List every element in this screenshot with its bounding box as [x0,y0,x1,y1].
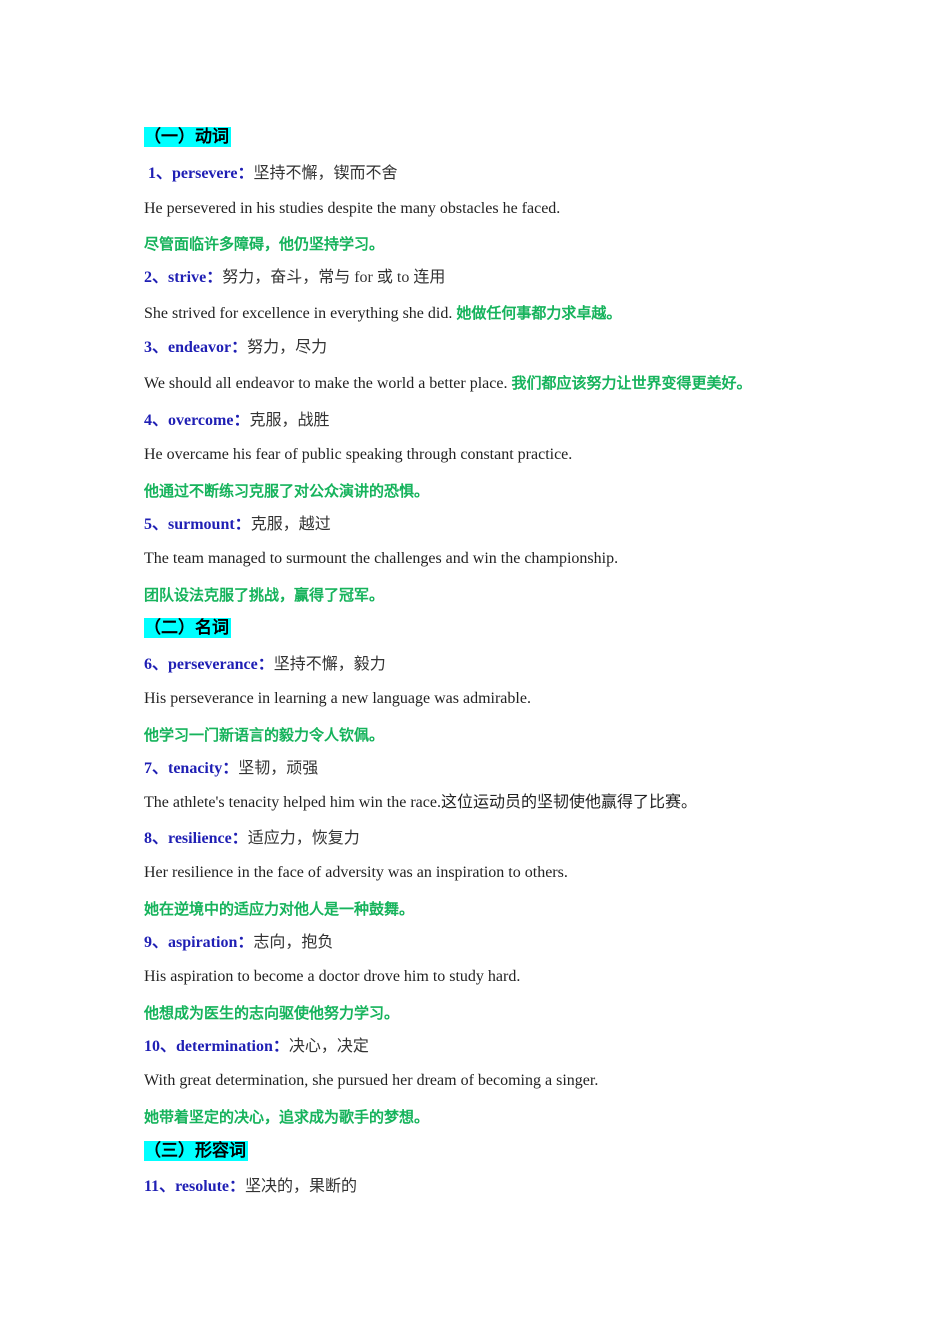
entry-term: 10、determination： [144,1038,289,1055]
entry-example: He persevered in his studies despite the… [144,200,561,217]
entry-term: 6、perseverance： [144,656,274,673]
entry-example: We should all endeavor to make the world… [144,375,512,392]
entry-term-line: 2、strive：努力，奋斗，常与 for 或 to 连用 [144,268,445,288]
entry-term-line: 5、surmount：克服，越过 [144,515,331,535]
entry-meaning: 坚韧，顽强 [238,760,319,777]
entry-term: 8、resilience： [144,830,248,847]
entry-example: Her resilience in the face of adversity … [144,864,568,881]
entry-translation: 我们都应该努力让世界变得更美好。 [511,374,752,392]
entry-example-line: The athlete's tenacity helped him win th… [144,793,697,813]
entry-term-line: 1、persevere：坚持不懈，锲而不舍 [148,164,397,184]
entry-meaning: 适应力，恢复力 [247,830,360,847]
entry-term: 2、strive： [144,269,223,286]
entry-example: His aspiration to become a doctor drove … [144,968,521,985]
entry-example: The athlete's tenacity helped him win th… [144,794,441,811]
entry-meaning: 克服，战胜 [249,412,330,429]
entry-example: His perseverance in learning a new langu… [144,690,531,707]
entry-example: He overcame his fear of public speaking … [144,446,573,463]
entry-term-line: 7、tenacity：坚韧，顽强 [144,759,318,779]
section-heading-adjectives: （三）形容词 [144,1140,248,1162]
entry-example-line: She strived for excellence in everything… [144,303,621,324]
entry-translation: 她在逆境中的适应力对他人是一种鼓舞。 [144,900,415,918]
entry-term-line: 9、aspiration：志向，抱负 [144,933,333,953]
entry-term: 7、tenacity： [144,760,239,777]
entry-meaning: 坚持不懈，锲而不舍 [253,165,398,182]
entry-meaning: 努力，奋斗，常与 for 或 to 连用 [222,269,446,286]
entry-translation: 他想成为医生的志向驱使他努力学习。 [144,1004,400,1022]
entry-term-line: 10、determination：决心，决定 [144,1037,369,1057]
entry-translation: 她带着坚定的决心，追求成为歌手的梦想。 [144,1108,430,1126]
entry-meaning: 决心，决定 [288,1038,369,1055]
entry-term-line: 11、resolute：坚决的，果断的 [144,1177,357,1197]
entry-meaning: 努力，尽力 [247,339,328,356]
entry-example: The team managed to surmount the challen… [144,550,619,567]
entry-meaning: 坚持不懈，毅力 [273,656,386,673]
entry-translation: 他通过不断练习克服了对公众演讲的恐惧。 [144,482,430,500]
entry-translation: 这位运动员的坚韧使他赢得了比赛。 [440,794,697,811]
entry-meaning: 志向，抱负 [253,934,334,951]
entry-translation: 团队设法克服了挑战，赢得了冠军。 [144,586,385,604]
section-title: （一）动词 [144,127,231,147]
entry-term: 5、surmount： [144,516,251,533]
entry-example: With great determination, she pursued he… [144,1072,599,1089]
entry-example-line: We should all endeavor to make the world… [144,373,751,394]
section-title: （三）形容词 [144,1141,248,1161]
entry-translation: 她做任何事都力求卓越。 [456,304,622,322]
entry-term-line: 4、overcome：克服，战胜 [144,411,329,431]
entry-meaning: 克服，越过 [250,516,331,533]
section-heading-verbs: （一）动词 [144,126,231,148]
section-heading-nouns: （二）名词 [144,617,231,639]
entry-term-line: 3、endeavor：努力，尽力 [144,338,327,358]
entry-term-line: 8、resilience：适应力，恢复力 [144,829,360,849]
entry-translation: 尽管面临许多障碍，他仍坚持学习。 [144,235,385,253]
entry-term: 9、aspiration： [144,934,254,951]
entry-term: 11、resolute： [144,1178,246,1195]
entry-term-line: 6、perseverance：坚持不懈，毅力 [144,655,386,675]
entry-term: 4、overcome： [144,412,250,429]
entry-example: She strived for excellence in everything… [144,305,457,322]
entry-translation: 他学习一门新语言的毅力令人钦佩。 [144,726,385,744]
entry-meaning: 坚决的，果断的 [245,1178,358,1195]
entry-term: 3、endeavor： [144,339,248,356]
section-title: （二）名词 [144,618,231,638]
entry-term: 1、persevere： [148,165,254,182]
